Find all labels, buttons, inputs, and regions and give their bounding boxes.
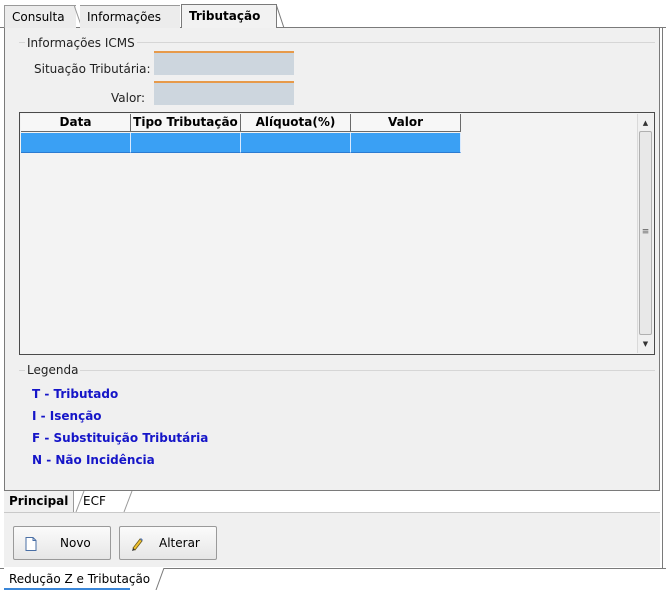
table-cell[interactable] <box>241 133 351 153</box>
top-tab-strip: Consulta Informações Tributação <box>0 0 666 28</box>
vertical-scrollbar[interactable]: ▲ ≡ ▼ <box>637 114 653 353</box>
table-cell[interactable] <box>131 133 241 153</box>
tab-separator <box>155 568 165 590</box>
legend-item-isencao: I - Isenção <box>32 409 102 423</box>
column-header-tipo-tributacao[interactable]: Tipo Tributação <box>131 114 241 132</box>
alterar-button[interactable]: Alterar <box>119 526 217 560</box>
tab-consulta[interactable]: Consulta <box>4 5 76 28</box>
grid-header: Data Movimento Tipo Tributação Alíquota(… <box>21 114 461 146</box>
column-header-aliquota[interactable]: Alíquota(%) <box>241 114 351 132</box>
scroll-up-arrow-icon[interactable]: ▲ <box>638 116 653 130</box>
tributacao-grid[interactable]: Data Movimento Tipo Tributação Alíquota(… <box>19 112 655 355</box>
table-cell[interactable] <box>21 133 131 153</box>
legend-item-tributado: T - Tributado <box>32 387 119 401</box>
tab-separator <box>276 4 285 28</box>
novo-button-label: Novo <box>60 536 91 550</box>
table-row[interactable] <box>21 133 461 153</box>
tab-tributacao[interactable]: Tributação <box>181 4 277 28</box>
legend-title: Legenda <box>25 363 81 377</box>
new-document-icon <box>25 537 37 551</box>
column-header-valor[interactable]: Valor <box>351 114 461 132</box>
window-tab-label: Redução Z e Tributação <box>9 572 151 586</box>
table-cell[interactable] <box>351 133 461 153</box>
scroll-thumb[interactable]: ≡ <box>639 131 652 335</box>
tab-principal[interactable]: Principal <box>4 491 74 512</box>
legend-item-nao-incidencia: N - Não Incidência <box>32 453 155 467</box>
bottom-tab-strip: Principal ECF <box>4 490 660 512</box>
novo-button[interactable]: Novo <box>13 526 111 560</box>
window-right-edge <box>660 28 666 590</box>
scroll-down-arrow-icon[interactable]: ▼ <box>638 337 653 351</box>
tab-ecf[interactable]: ECF <box>78 491 128 512</box>
tab-separator <box>123 491 133 512</box>
valor-field[interactable] <box>154 81 294 105</box>
situacao-tributaria-label: Situação Tributária: <box>34 62 151 76</box>
alterar-button-label: Alterar <box>159 536 200 550</box>
tab-informacoes[interactable]: Informações <box>80 5 180 28</box>
tributacao-panel: Informações ICMS Situação Tributária: Va… <box>4 28 660 490</box>
legend-item-substituicao: F - Substituição Tributária <box>32 431 209 445</box>
situacao-tributaria-field[interactable] <box>154 51 294 75</box>
icms-group-title: Informações ICMS <box>25 36 137 50</box>
valor-label: Valor: <box>111 91 146 105</box>
action-toolbar: Novo Alterar <box>4 512 660 567</box>
window-tab-reducao-z[interactable]: Redução Z e Tributação <box>4 568 165 590</box>
edit-pencil-icon <box>132 538 143 551</box>
column-header-data-movimento[interactable]: Data Movimento <box>21 114 131 146</box>
